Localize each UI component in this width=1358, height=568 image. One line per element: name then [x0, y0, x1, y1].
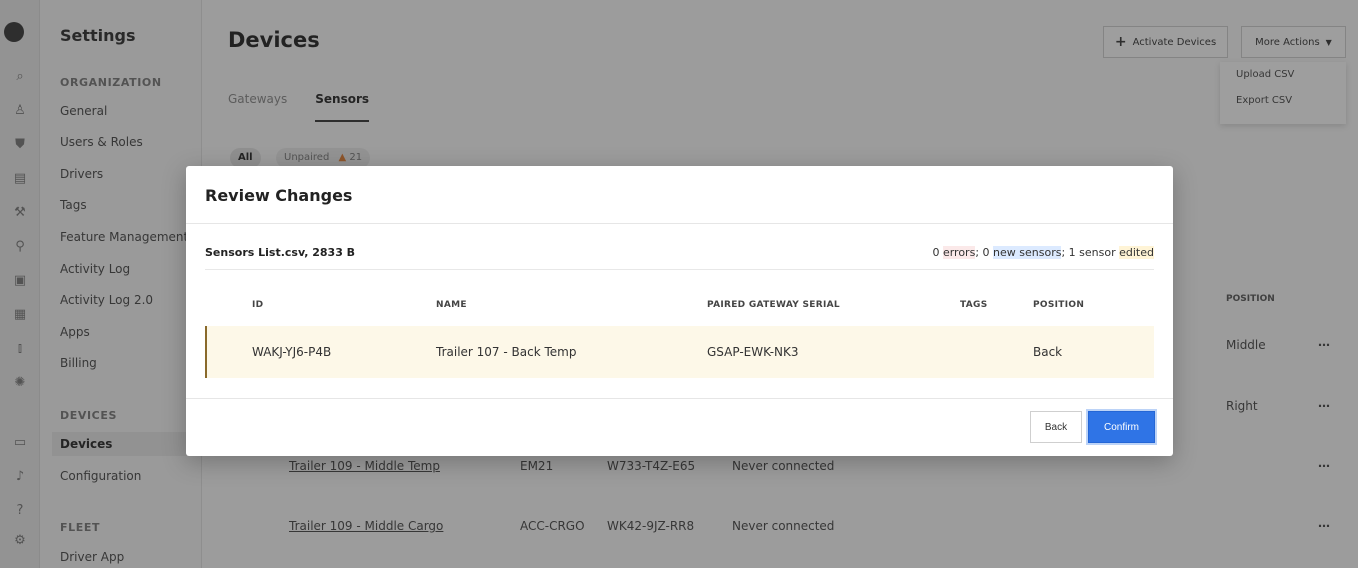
sensor-gateway-serial: GSAP-EWK-NK3	[707, 345, 799, 359]
edited-label: edited	[1119, 246, 1154, 259]
sensor-name: Trailer 107 - Back Temp	[436, 345, 577, 359]
confirm-button[interactable]: Confirm	[1088, 411, 1155, 443]
modal-title: Review Changes	[186, 166, 1173, 224]
errors-count: 0	[932, 246, 940, 259]
edited-count: 1	[1068, 246, 1076, 259]
column-paired-gateway-serial: PAIRED GATEWAY SERIAL	[707, 300, 840, 310]
errors-label: errors	[942, 246, 976, 259]
edited-prefix: sensor	[1079, 246, 1116, 259]
file-summary-line: Sensors List.csv, 2833 B 0 errors; 0 new…	[205, 244, 1154, 270]
column-tags: TAGS	[960, 300, 988, 310]
file-name: Sensors List.csv, 2833 B	[205, 246, 356, 259]
edited-sensor-row: WAKJ-YJ6-P4B Trailer 107 - Back Temp GSA…	[205, 326, 1154, 378]
change-summary: 0 errors; 0 new sensors; 1 sensor edited	[932, 246, 1154, 259]
sensor-position: Back	[1033, 345, 1063, 359]
back-button[interactable]: Back	[1030, 411, 1082, 443]
new-sensors-label: new sensors	[993, 246, 1062, 259]
sensor-id: WAKJ-YJ6-P4B	[252, 345, 332, 359]
modal-footer: Back Confirm	[186, 398, 1173, 456]
column-position: POSITION	[1033, 300, 1085, 310]
column-name: NAME	[436, 300, 467, 310]
new-count: 0	[982, 246, 990, 259]
review-changes-modal: Review Changes Sensors List.csv, 2833 B …	[186, 166, 1173, 456]
column-id: ID	[252, 300, 264, 310]
